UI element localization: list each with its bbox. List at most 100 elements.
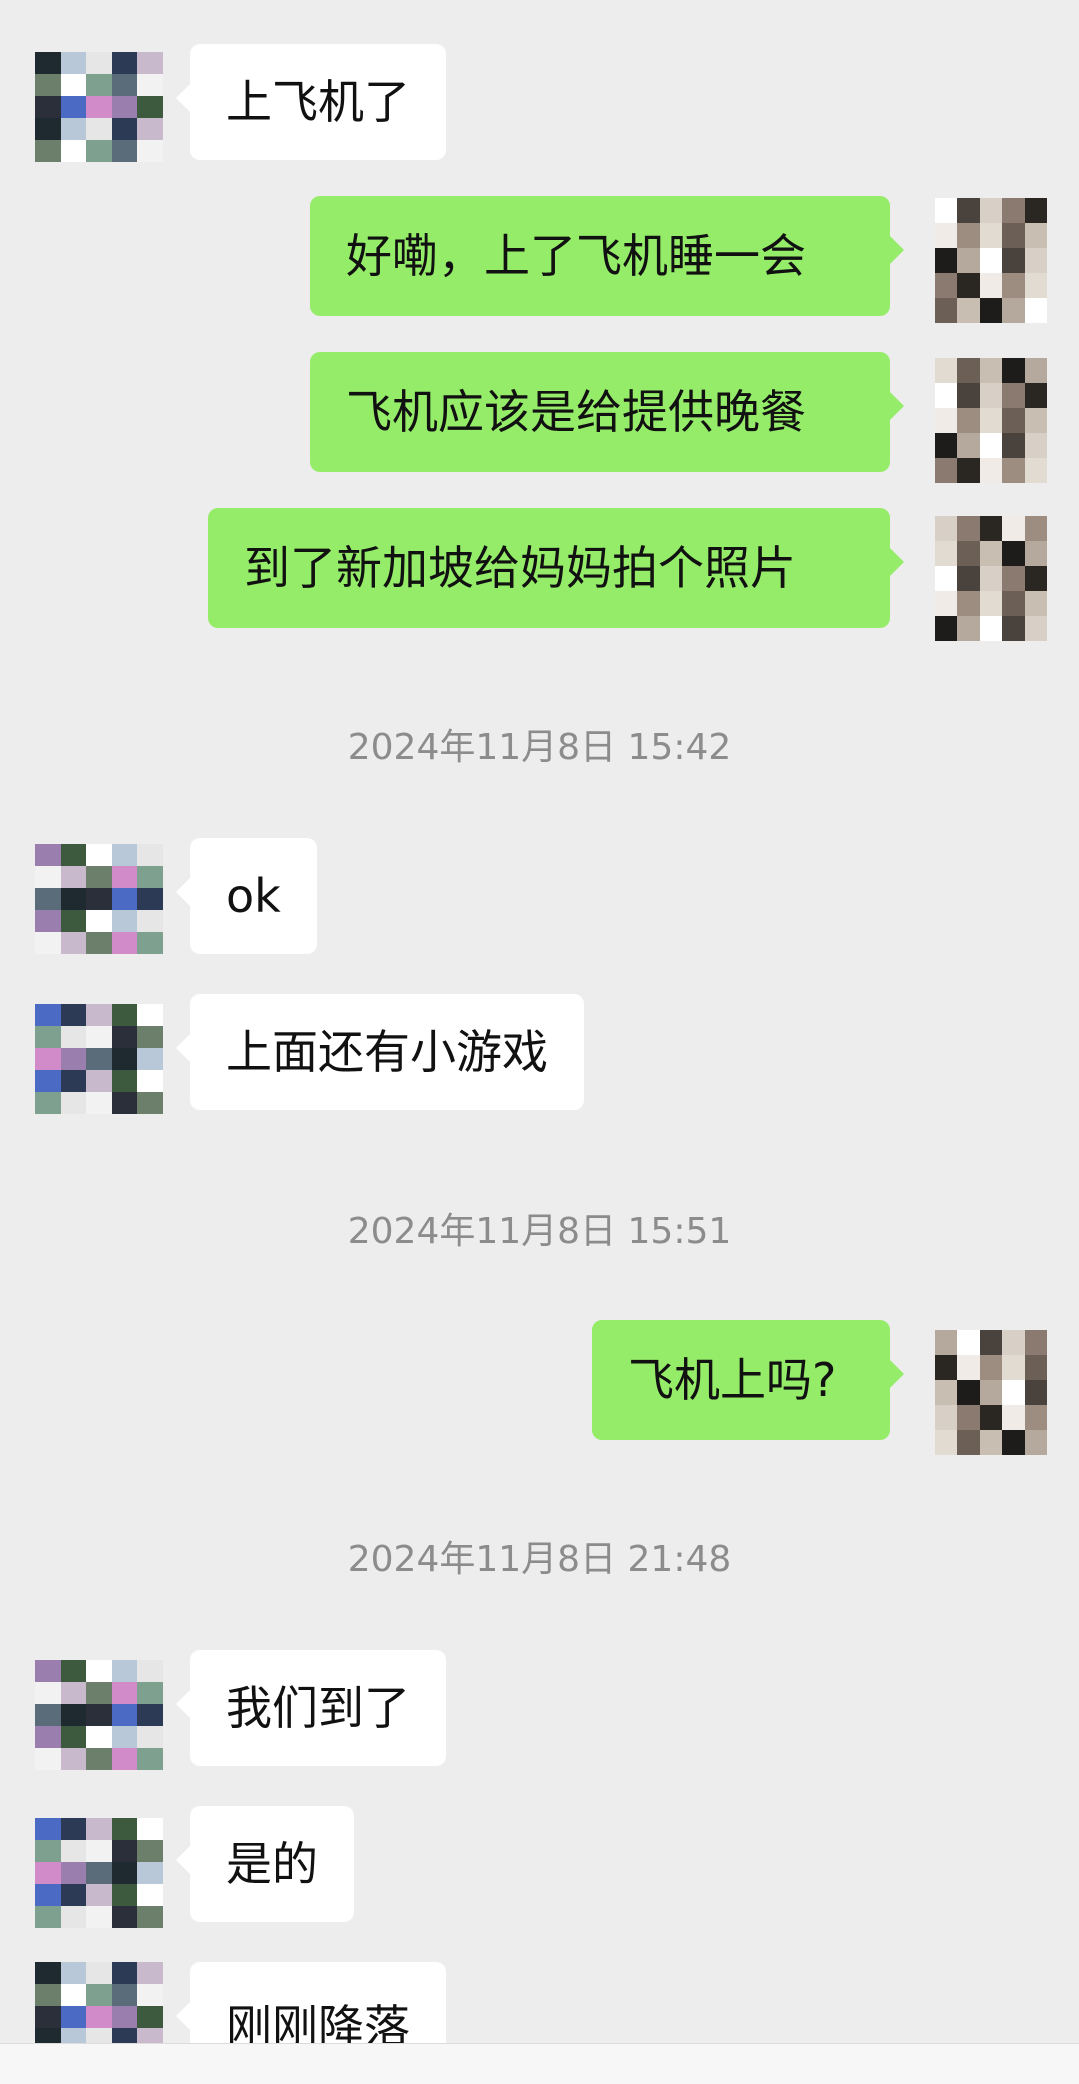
avatar-pixel <box>86 2006 112 2028</box>
chat-message-list[interactable]: 上飞机了 好嘞，上了飞机睡一会 飞机应该是给提供晚餐 到了新加坡给妈妈拍个照片 … <box>0 0 1079 2083</box>
avatar-pixel <box>935 591 958 616</box>
avatar-pixel <box>60 1048 87 1070</box>
avatar-pixel <box>1002 541 1025 566</box>
avatar-pixel <box>935 358 958 383</box>
avatar-pixel <box>137 1070 163 1092</box>
avatar-pixel <box>111 888 138 910</box>
avatar-pixel <box>935 1330 958 1355</box>
avatar-pixel <box>86 1660 112 1682</box>
avatar-pixel <box>1002 273 1025 298</box>
contact-avatar[interactable] <box>35 52 163 162</box>
incoming-message-bubble[interactable]: ok <box>176 838 317 954</box>
contact-avatar[interactable] <box>35 1660 163 1770</box>
avatar-pixel <box>1002 1405 1025 1430</box>
avatar-pixel <box>35 1906 61 1928</box>
outgoing-message-bubble[interactable]: 飞机应该是给提供晚餐 <box>310 352 904 472</box>
avatar-pixel <box>86 1726 112 1748</box>
avatar-pixel <box>35 1092 61 1114</box>
avatar-pixel <box>979 1430 1003 1455</box>
avatar-pixel <box>935 198 958 223</box>
avatar-pixel <box>60 74 87 96</box>
avatar-pixel <box>979 616 1003 641</box>
incoming-message-bubble[interactable]: 是的 <box>176 1806 354 1922</box>
contact-avatar[interactable] <box>35 844 163 954</box>
avatar-pixel <box>137 1048 163 1070</box>
avatar-pixel <box>60 96 87 118</box>
avatar-pixel <box>35 1818 61 1840</box>
avatar-pixel <box>137 1004 163 1026</box>
avatar-pixel <box>86 1818 112 1840</box>
avatar-pixel <box>1002 248 1025 273</box>
avatar-pixel <box>1024 433 1047 458</box>
avatar-pixel <box>935 541 958 566</box>
avatar-pixel <box>1024 1405 1047 1430</box>
my-avatar[interactable] <box>935 198 1047 323</box>
avatar-pixel <box>111 1884 138 1906</box>
outgoing-message-bubble[interactable]: 到了新加坡给妈妈拍个照片 <box>208 508 904 628</box>
avatar-pixel <box>60 140 87 162</box>
contact-avatar[interactable] <box>35 1818 163 1928</box>
avatar-pixel <box>35 118 61 140</box>
avatar-pixel <box>35 74 61 96</box>
avatar-pixel <box>111 1026 138 1048</box>
avatar-pixel <box>979 223 1003 248</box>
avatar-pixel <box>35 52 61 74</box>
avatar-pixel <box>35 1704 61 1726</box>
contact-avatar[interactable] <box>35 1004 163 1114</box>
avatar-pixel <box>137 1748 163 1770</box>
avatar-pixel <box>979 383 1003 408</box>
message-timestamp: 2024年11月8日 15:42 <box>347 727 732 768</box>
avatar-pixel <box>1002 383 1025 408</box>
avatar-pixel <box>86 888 112 910</box>
avatar-pixel <box>1002 591 1025 616</box>
avatar-pixel <box>957 298 980 323</box>
outgoing-message-bubble[interactable]: 好嘞，上了飞机睡一会 <box>310 196 904 316</box>
avatar-pixel <box>86 1092 112 1114</box>
avatar-pixel <box>957 516 980 541</box>
avatar-pixel <box>935 383 958 408</box>
avatar-pixel <box>60 1660 87 1682</box>
avatar-pixel <box>35 866 61 888</box>
avatar-pixel <box>935 516 958 541</box>
avatar-pixel <box>957 591 980 616</box>
incoming-message-bubble[interactable]: 上飞机了 <box>176 44 446 160</box>
avatar-pixel <box>935 1430 958 1455</box>
avatar-pixel <box>137 1704 163 1726</box>
avatar-pixel <box>86 1748 112 1770</box>
incoming-message-bubble[interactable]: 我们到了 <box>176 1650 446 1766</box>
avatar-pixel <box>1024 458 1047 483</box>
avatar-pixel <box>86 1840 112 1862</box>
avatar-pixel <box>957 433 980 458</box>
avatar-pixel <box>111 1726 138 1748</box>
avatar-pixel <box>111 2006 138 2028</box>
avatar-pixel <box>1024 591 1047 616</box>
avatar-pixel <box>86 1984 112 2006</box>
avatar-pixel <box>137 1726 163 1748</box>
avatar-pixel <box>35 844 61 866</box>
avatar-pixel <box>957 1355 980 1380</box>
avatar-pixel <box>111 866 138 888</box>
avatar-pixel <box>60 1884 87 1906</box>
avatar-pixel <box>1024 516 1047 541</box>
avatar-pixel <box>1024 248 1047 273</box>
avatar-pixel <box>137 1818 163 1840</box>
avatar-pixel <box>957 1430 980 1455</box>
my-avatar[interactable] <box>935 1330 1047 1455</box>
avatar-pixel <box>111 1748 138 1770</box>
incoming-message-bubble[interactable]: 上面还有小游戏 <box>176 994 584 1110</box>
avatar-pixel <box>35 1984 61 2006</box>
avatar-pixel <box>111 52 138 74</box>
avatar-pixel <box>137 910 163 932</box>
outgoing-message-bubble[interactable]: 飞机上吗? <box>592 1320 904 1440</box>
avatar-pixel <box>35 1026 61 1048</box>
avatar-pixel <box>60 1962 87 1984</box>
avatar-pixel <box>35 1862 61 1884</box>
avatar-pixel <box>979 248 1003 273</box>
my-avatar[interactable] <box>935 516 1047 641</box>
avatar-pixel <box>137 1862 163 1884</box>
avatar-pixel <box>137 96 163 118</box>
avatar-pixel <box>111 932 138 954</box>
avatar-pixel <box>979 198 1003 223</box>
my-avatar[interactable] <box>935 358 1047 483</box>
avatar-pixel <box>1002 433 1025 458</box>
